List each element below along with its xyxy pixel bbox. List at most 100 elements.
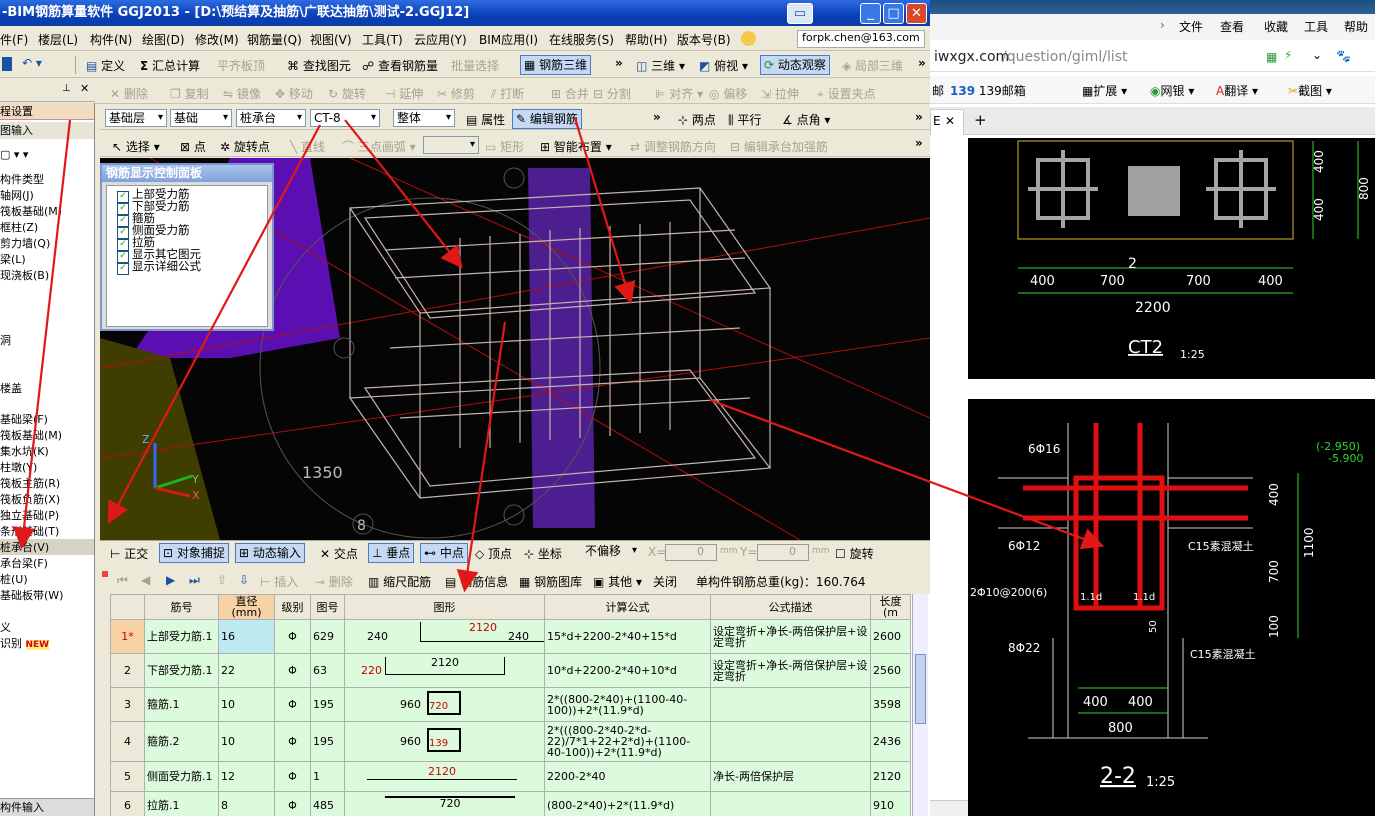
cell-diameter[interactable]: 10 <box>218 687 275 722</box>
header-cell[interactable]: 筋号 <box>144 594 219 620</box>
cell-formula[interactable]: 2*((800-2*40)+(1100-40-100))+2*(11.9*d) <box>544 687 711 722</box>
menu-file[interactable]: 文件 <box>1179 18 1203 35</box>
rotate-checkbox[interactable]: ☐ 旋转 <box>835 545 874 562</box>
whole-combo[interactable]: 整体 <box>393 109 455 127</box>
cell-length[interactable]: 2600 <box>870 619 911 654</box>
table-row[interactable]: 6 拉筋.1 8 Φ 485 720 (800-2*40)+2*(11.9*d)… <box>110 791 911 816</box>
layer-combo[interactable]: 基础层 <box>105 109 167 127</box>
nav-first-icon[interactable]: ⏮ <box>117 573 128 588</box>
cell-shape[interactable]: 960 720 <box>344 687 545 722</box>
menu-version[interactable]: 版本号(B) <box>677 31 731 48</box>
smiley-icon[interactable] <box>741 31 756 46</box>
cell-name[interactable]: 下部受力筋.1 <box>144 653 219 688</box>
offset-button[interactable]: ◎ 偏移 <box>709 85 747 102</box>
intersection-snap[interactable]: ✕ 交点 <box>320 545 358 562</box>
browser-tab[interactable]: E ✕ <box>930 109 964 135</box>
menu-view[interactable]: 查看 <box>1220 18 1244 35</box>
fav-item[interactable]: 邮 <box>932 82 944 99</box>
local-3d-button[interactable]: ◈ 局部三维 <box>842 57 903 74</box>
move-down-icon[interactable]: ⇩ <box>239 573 249 587</box>
tree-item[interactable]: 构件类型 <box>0 171 44 187</box>
cell-desc[interactable]: 净长-两倍保护层 <box>710 761 871 792</box>
object-snap-button[interactable]: ⊡ 对象捕捉 <box>159 543 229 563</box>
point-button[interactable]: ⊠ 点 <box>180 138 206 155</box>
batch-select-button[interactable]: 批量选择 <box>451 57 499 74</box>
new-tab-button[interactable]: + <box>974 111 987 129</box>
midpoint-snap[interactable]: ⊷ 中点 <box>420 543 468 563</box>
rebar-3d-button[interactable]: ▦ 钢筋三维 <box>520 55 592 75</box>
tree-item[interactable]: 剪力墙(Q) <box>0 235 50 251</box>
menu-modify[interactable]: 修改(M) <box>195 31 239 48</box>
menu-tools[interactable]: 工具 <box>1304 18 1328 35</box>
fav-screenshot[interactable]: ✂截图 ▾ <box>1288 82 1332 99</box>
edit-cap-button[interactable]: ⊟ 编辑承台加强筋 <box>730 138 828 155</box>
menu-component[interactable]: 构件(N) <box>90 31 132 48</box>
cell-name[interactable]: 箍筋.2 <box>144 721 219 762</box>
tree-item[interactable]: 识别 NEW <box>0 635 50 651</box>
tree-item[interactable]: 条形基础(T) <box>0 523 59 539</box>
tree-item[interactable]: 基础梁(F) <box>0 411 48 427</box>
perpendicular-snap[interactable]: ⊥ 垂点 <box>368 543 415 563</box>
menu-favorites[interactable]: 收藏 <box>1264 18 1288 35</box>
more-chevron-icon[interactable]: » <box>918 56 926 70</box>
fav-mail[interactable]: 139 139邮箱 <box>950 82 1026 99</box>
tree-item[interactable]: 筏板负筋(X) <box>0 491 60 507</box>
header-cell[interactable]: 计算公式 <box>544 594 711 620</box>
tree-item[interactable]: 楼盖 <box>0 380 22 396</box>
more-chevron-icon[interactable]: » <box>615 56 623 70</box>
sum-calc-button[interactable]: Σ 汇总计算 <box>140 57 200 74</box>
arc-option-combo[interactable] <box>423 136 479 154</box>
cell-grade[interactable]: Φ <box>274 791 311 816</box>
dynamic-orbit-button[interactable]: ⟳ 动态观察 <box>760 55 830 75</box>
header-cell[interactable]: 图形 <box>344 594 545 620</box>
offset-combo[interactable]: 不偏移 <box>582 543 640 561</box>
rebar-library-button[interactable]: ▦ 钢筋图库 <box>519 573 582 590</box>
cell-shape[interactable]: 720 <box>344 791 545 816</box>
cell-length[interactable]: 3598 <box>870 687 911 722</box>
tree-item[interactable]: 筏板基础(M) <box>0 427 62 443</box>
menu-rebar[interactable]: 钢筋量(Q) <box>247 31 302 48</box>
qr-icon[interactable]: ▦ <box>1266 50 1277 64</box>
search-engine-icon[interactable]: 🐾 <box>1336 49 1351 63</box>
cell-desc[interactable] <box>710 687 871 722</box>
tree-item[interactable]: 柱墩(Y) <box>0 459 37 475</box>
cell-fig[interactable]: 1 <box>310 761 345 792</box>
tree-item[interactable]: 框柱(Z) <box>0 219 38 235</box>
cell-fig[interactable]: 195 <box>310 721 345 762</box>
more-chevron-icon[interactable]: » <box>915 110 923 124</box>
point-angle-button[interactable]: ∡ 点角 ▾ <box>782 111 830 128</box>
header-cell[interactable]: 公式描述 <box>710 594 871 620</box>
3d-button[interactable]: ◫ 三维 ▾ <box>636 57 685 74</box>
cell-diameter[interactable]: 10 <box>218 721 275 762</box>
set-point-button[interactable]: ⌖ 设置夹点 <box>817 85 876 102</box>
level-slab-button[interactable]: 平齐板顶 <box>217 57 265 74</box>
cell-fig[interactable]: 195 <box>310 687 345 722</box>
menu-bim[interactable]: BIM应用(I) <box>479 31 538 48</box>
menu-draw[interactable]: 绘图(D) <box>142 31 185 48</box>
tree-item[interactable]: 独立基础(P) <box>0 507 59 523</box>
close-button[interactable]: ✕ <box>906 3 927 24</box>
coordinate-snap[interactable]: ⊹ 坐标 <box>524 545 562 562</box>
nav-prev-icon[interactable]: ◀ <box>141 573 150 587</box>
scrollbar-thumb[interactable] <box>915 654 926 724</box>
header-cell[interactable]: 图号 <box>310 594 345 620</box>
header-cell[interactable]: 长度(m <box>870 594 911 620</box>
cell-grade[interactable]: Φ <box>274 619 311 654</box>
tree-item[interactable]: 现浇板(B) <box>0 267 49 283</box>
tree-item-selected[interactable]: 桩承台(V) <box>0 539 94 555</box>
table-row[interactable]: 1* 上部受力筋.1 16 Φ 629 240 2120 240 15*d+22… <box>110 619 911 654</box>
cell-grade[interactable]: Φ <box>274 653 311 688</box>
menu-cloud[interactable]: 云应用(Y) <box>414 31 467 48</box>
cell-fig[interactable]: 63 <box>310 653 345 688</box>
grid-close-icon[interactable] <box>102 571 108 577</box>
tree-item[interactable]: 承台梁(F) <box>0 555 48 571</box>
tree-item[interactable]: 洞 <box>0 332 11 348</box>
header-cell[interactable]: 直径(mm) <box>218 594 275 620</box>
two-point-button[interactable]: ⊹ 两点 <box>678 111 716 128</box>
tree-item[interactable]: 筏板主筋(R) <box>0 475 60 491</box>
component-combo[interactable]: 桩承台 <box>236 109 306 127</box>
edit-rebar-button[interactable]: ✎ 编辑钢筋 <box>512 109 582 129</box>
type-combo[interactable]: 基础 <box>170 109 232 127</box>
checkbox-show-formula[interactable]: 显示详细公式 <box>117 260 201 275</box>
parallel-button[interactable]: ⫼ 平行 <box>728 111 761 128</box>
